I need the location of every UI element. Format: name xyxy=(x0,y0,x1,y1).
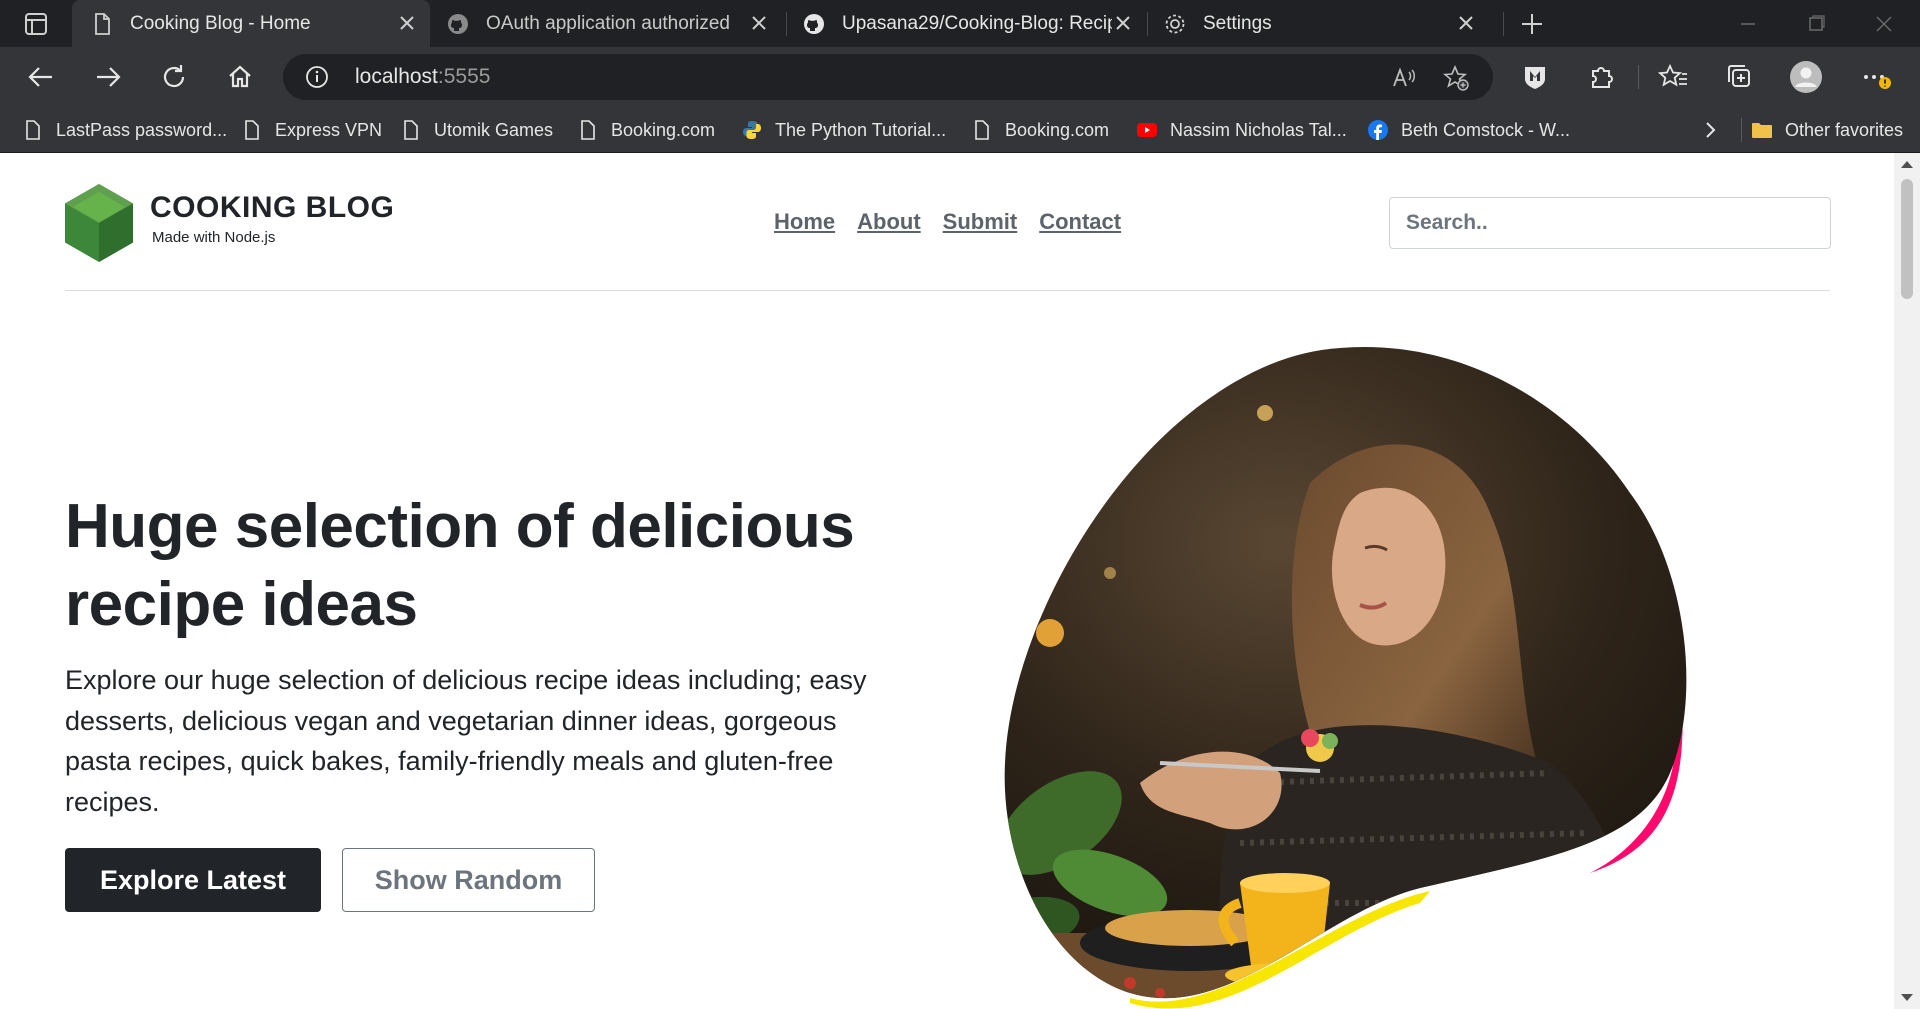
read-aloud-icon[interactable] xyxy=(1391,65,1417,91)
page-viewport: COOKING BLOG Made with Node.js Home Abou… xyxy=(0,153,1920,1009)
bookmark-python-tutorial[interactable]: The Python Tutorial... xyxy=(741,107,946,153)
tab-title: Cooking Blog - Home xyxy=(130,12,311,34)
url-port: :5555 xyxy=(437,65,491,88)
collections-icon[interactable] xyxy=(1724,61,1756,93)
site-header: COOKING BLOG Made with Node.js Home Abou… xyxy=(65,153,1831,291)
extension-shield-icon[interactable] xyxy=(1519,61,1551,93)
search-input[interactable] xyxy=(1389,197,1831,249)
tab-separator xyxy=(1503,12,1504,36)
bookmark-express-vpn[interactable]: Express VPN xyxy=(241,107,382,153)
page-scrollbar[interactable] xyxy=(1894,153,1920,1009)
github-icon xyxy=(804,13,824,34)
scroll-thumb[interactable] xyxy=(1901,179,1913,299)
close-icon[interactable] xyxy=(1457,14,1475,32)
page-icon xyxy=(581,120,595,140)
bookmark-label: Nassim Nicholas Tal... xyxy=(1170,119,1347,140)
address-bar[interactable]: localhost:5555 xyxy=(283,54,1493,100)
bookmark-label: Beth Comstock - W... xyxy=(1401,119,1571,140)
page-icon xyxy=(404,120,418,140)
tab-title: OAuth application authorized xyxy=(486,12,730,34)
url-text[interactable]: localhost:5555 xyxy=(355,65,490,89)
info-icon[interactable] xyxy=(305,65,329,89)
bookmark-beth-comstock[interactable]: Beth Comstock - W... xyxy=(1367,107,1570,153)
tab-title: Settings xyxy=(1203,12,1272,34)
bookmark-booking-2[interactable]: Booking.com xyxy=(971,107,1109,153)
scroll-down-arrow[interactable] xyxy=(1901,994,1913,1001)
hero-title: Huge selection of delicious recipe ideas xyxy=(65,492,855,639)
page-icon xyxy=(975,120,989,140)
nav-about-link[interactable]: About xyxy=(857,209,921,235)
tab-settings[interactable]: Settings xyxy=(1149,0,1489,47)
forward-icon[interactable] xyxy=(93,62,123,92)
avatar[interactable] xyxy=(1790,61,1822,93)
hero-blob-image xyxy=(1004,346,1687,1009)
home-icon[interactable] xyxy=(225,62,255,92)
tab-actions-icon[interactable] xyxy=(18,12,54,36)
add-favorite-icon[interactable] xyxy=(1443,65,1469,91)
bookmark-label: The Python Tutorial... xyxy=(775,119,947,140)
page-icon xyxy=(245,120,259,140)
nav-home-link[interactable]: Home xyxy=(774,209,835,235)
bookmark-utomik[interactable]: Utomik Games xyxy=(400,107,553,153)
scroll-up-arrow[interactable] xyxy=(1901,161,1913,168)
main-nav: Home About Submit Contact xyxy=(774,209,1121,235)
hero-description: Explore our huge selection of delicious … xyxy=(65,665,867,817)
toolbar-separator xyxy=(1638,65,1639,89)
close-icon[interactable] xyxy=(750,14,768,32)
settings-more-icon[interactable] xyxy=(1860,61,1892,93)
url-host: localhost xyxy=(355,65,438,88)
github-icon xyxy=(448,13,468,34)
browser-toolbar: localhost:5555 xyxy=(0,47,1920,107)
close-icon[interactable] xyxy=(398,14,416,32)
tab-oauth[interactable]: OAuth application authorized xyxy=(432,0,782,47)
minimize-icon[interactable] xyxy=(1736,12,1760,36)
gear-icon xyxy=(1165,14,1185,33)
close-window-icon[interactable] xyxy=(1872,12,1896,36)
bookmark-label: Booking.com xyxy=(611,119,716,140)
bookmark-nassim-taleb[interactable]: Nassim Nicholas Tal... xyxy=(1136,107,1347,153)
folder-icon xyxy=(1752,123,1772,138)
nav-contact-link[interactable]: Contact xyxy=(1039,209,1121,235)
tab-title: Upasana29/Cooking-Blog: Recipe xyxy=(842,12,1112,34)
other-favorites-folder[interactable]: Other favorites xyxy=(1751,107,1903,153)
chevron-right-icon[interactable] xyxy=(1700,119,1720,141)
brand-name[interactable]: COOKING BLOG xyxy=(150,191,394,225)
nav-submit-link[interactable]: Submit xyxy=(943,209,1018,235)
tab-github-repo[interactable]: Upasana29/Cooking-Blog: Recipe xyxy=(788,0,1146,47)
bookmark-booking-1[interactable]: Booking.com xyxy=(577,107,715,153)
bookmark-label: Utomik Games xyxy=(434,119,554,140)
tab-cooking-blog[interactable]: Cooking Blog - Home xyxy=(72,0,430,47)
bookmark-label: Booking.com xyxy=(1005,119,1110,140)
facebook-icon xyxy=(1368,120,1388,140)
show-random-button[interactable]: Show Random xyxy=(342,848,595,912)
refresh-icon[interactable] xyxy=(159,62,189,92)
explore-latest-button[interactable]: Explore Latest xyxy=(65,848,321,912)
page-icon xyxy=(26,120,40,140)
back-icon[interactable] xyxy=(26,62,56,92)
other-favorites-label: Other favorites xyxy=(1785,119,1904,140)
new-tab-icon[interactable] xyxy=(1520,12,1544,36)
tab-separator xyxy=(786,12,787,36)
node-hexagon-logo[interactable] xyxy=(65,184,133,262)
close-icon[interactable] xyxy=(1114,14,1132,32)
page-icon xyxy=(95,12,110,35)
python-icon xyxy=(743,121,761,139)
tab-separator xyxy=(1147,12,1148,36)
tab-bar: Cooking Blog - Home OAuth application au… xyxy=(0,0,1920,47)
brand-tagline: Made with Node.js xyxy=(152,229,276,246)
bookmarks-bar: LastPass password... Express VPN Utomik … xyxy=(0,107,1920,153)
restore-icon[interactable] xyxy=(1804,12,1828,36)
bookmark-label: LastPass password... xyxy=(56,119,228,140)
bookmark-lastpass[interactable]: LastPass password... xyxy=(22,107,227,153)
youtube-icon xyxy=(1137,123,1157,137)
bookmark-label: Express VPN xyxy=(275,119,383,140)
bookmarks-separator xyxy=(1741,118,1742,142)
extensions-icon[interactable] xyxy=(1585,61,1617,93)
favorites-icon[interactable] xyxy=(1658,61,1690,93)
